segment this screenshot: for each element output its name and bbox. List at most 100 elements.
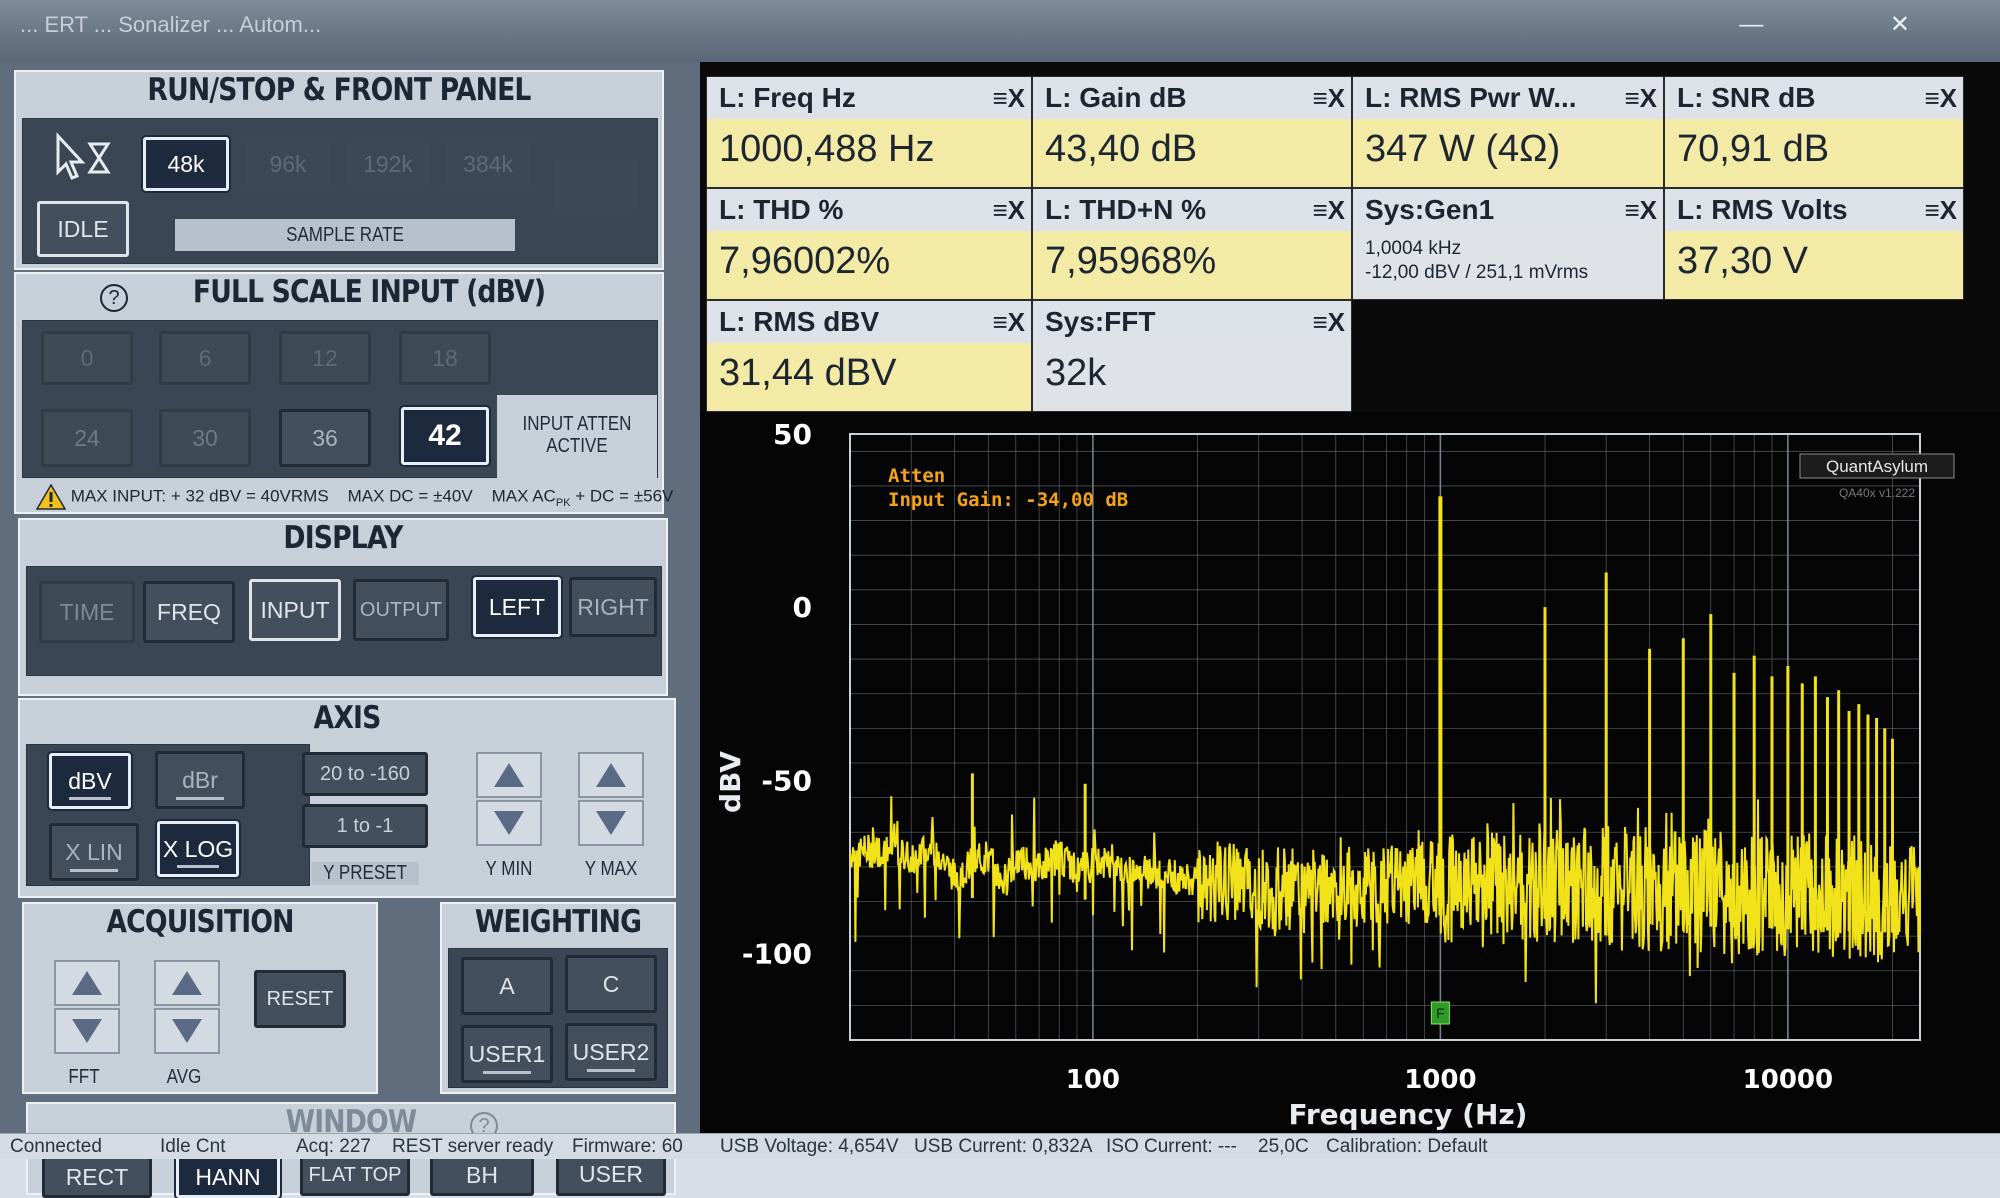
atten-label-1: INPUT ATTEN bbox=[522, 413, 632, 435]
warning-max-ac: MAX AC bbox=[491, 486, 556, 506]
window-controls[interactable]: — ✕ bbox=[1739, 0, 1970, 50]
meter-menu-close-icon[interactable]: ≡X bbox=[1924, 77, 1957, 119]
meter-thd[interactable]: L: THD % ≡X 7,96002% bbox=[706, 188, 1032, 300]
range-0[interactable]: 0 bbox=[41, 331, 133, 385]
arrow-down-icon bbox=[72, 1019, 102, 1043]
meter-freq[interactable]: L: Freq Hz ≡X 1000,488 Hz bbox=[706, 76, 1032, 188]
warning-icon bbox=[35, 483, 67, 510]
window-hann-button[interactable]: HANN bbox=[176, 1156, 280, 1198]
annotation-atten: Atten bbox=[888, 465, 945, 487]
meter-rms-dbv-label: L: RMS dBV bbox=[719, 306, 880, 337]
annotation-input-gain: Input Gain: -34,00 dB bbox=[888, 489, 1128, 511]
meter-freq-value: 1000,488 Hz bbox=[707, 119, 1031, 187]
status-firmware: Firmware: 60 bbox=[572, 1136, 683, 1157]
meter-thdn-value: 7,95968% bbox=[1033, 231, 1351, 299]
weighting-title: WEIGHTING bbox=[474, 904, 642, 940]
weighting-body: A C USER1 USER2 bbox=[448, 948, 668, 1088]
y-tick-label: -100 bbox=[742, 937, 812, 970]
display-time-button[interactable]: TIME bbox=[39, 581, 135, 643]
acquisition-section: ACQUISITION RESET FFT AVG bbox=[22, 902, 378, 1094]
display-right-button[interactable]: RIGHT bbox=[569, 577, 657, 637]
meter-rms-volts-label: L: RMS Volts bbox=[1677, 194, 1848, 225]
meter-gain[interactable]: L: Gain dB ≡X 43,40 dB bbox=[1032, 76, 1352, 188]
range-12[interactable]: 12 bbox=[279, 331, 371, 385]
axis-dbr-label: dBr bbox=[182, 766, 218, 793]
marker-label: F bbox=[1436, 1005, 1445, 1021]
meter-menu-close-icon[interactable]: ≡X bbox=[1312, 189, 1345, 231]
sample-rate-192k[interactable]: 192k bbox=[345, 137, 431, 191]
acquisition-reset-button[interactable]: RESET bbox=[254, 970, 346, 1028]
meter-rms-dbv[interactable]: L: RMS dBV ≡X 31,44 dBV bbox=[706, 300, 1032, 412]
fft-down-button[interactable] bbox=[54, 1008, 120, 1054]
meter-rms-pwr[interactable]: L: RMS Pwr W... ≡X 347 W (4Ω) bbox=[1352, 76, 1664, 188]
analyzer-area: L: Freq Hz ≡X 1000,488 Hz L: Gain dB ≡X 43… bbox=[700, 62, 2000, 1133]
meter-menu-close-icon[interactable]: ≡X bbox=[1624, 189, 1657, 231]
meter-rms-pwr-label: L: RMS Pwr W... bbox=[1365, 82, 1577, 113]
idle-button[interactable]: IDLE bbox=[37, 201, 129, 257]
window-rect-button[interactable]: RECT bbox=[42, 1156, 152, 1198]
watermark-brand: QuantAsylum bbox=[1826, 457, 1928, 476]
x-axis-label: Frequency (Hz) bbox=[1289, 1098, 1528, 1131]
fft-plot[interactable]: 50 0 -50 -100 100 1000 10000 dBV Frequency (H… bbox=[700, 412, 2000, 1133]
meter-menu-close-icon[interactable]: ≡X bbox=[1312, 77, 1345, 119]
meter-fft-label: Sys:FFT bbox=[1045, 306, 1156, 337]
range-36[interactable]: 36 bbox=[279, 409, 371, 467]
weighting-user1-button[interactable]: USER1 bbox=[461, 1025, 553, 1083]
sample-rate-48k[interactable]: 48k bbox=[143, 137, 229, 191]
y-min-label: Y MIN bbox=[485, 858, 533, 880]
input-warning: MAX INPUT: + 32 dBV = 40VRMS MAX DC = ±4… bbox=[35, 483, 673, 512]
avg-up-button[interactable] bbox=[154, 960, 220, 1006]
display-output-button[interactable]: OUTPUT bbox=[353, 579, 449, 641]
axis-dbv-button[interactable]: dBV bbox=[49, 753, 131, 809]
status-temperature: 25,0C bbox=[1258, 1136, 1309, 1157]
y-preset-1-to-1[interactable]: 1 to -1 bbox=[302, 804, 428, 848]
y-axis-label: dBV bbox=[714, 751, 747, 813]
sample-rate-extra bbox=[553, 159, 639, 213]
meter-rms-volts[interactable]: L: RMS Volts ≡X 37,30 V bbox=[1664, 188, 1964, 300]
status-connection: Connected bbox=[10, 1136, 102, 1157]
weighting-user2-button[interactable]: USER2 bbox=[565, 1023, 657, 1081]
y-max-up-button[interactable] bbox=[578, 752, 644, 798]
meter-menu-close-icon[interactable]: ≡X bbox=[1312, 301, 1345, 343]
meter-rms-pwr-value: 347 W (4Ω) bbox=[1353, 119, 1663, 187]
fft-up-button[interactable] bbox=[54, 960, 120, 1006]
range-30[interactable]: 30 bbox=[159, 409, 251, 467]
range-6[interactable]: 6 bbox=[159, 331, 251, 385]
meter-menu-close-icon[interactable]: ≡X bbox=[992, 77, 1025, 119]
meter-menu-close-icon[interactable]: ≡X bbox=[992, 189, 1025, 231]
window-flattop-button[interactable]: FLAT TOP bbox=[300, 1154, 410, 1196]
y-preset-20-to-160[interactable]: 20 to -160 bbox=[302, 752, 428, 796]
meter-snr[interactable]: L: SNR dB ≡X 70,91 dB bbox=[1664, 76, 1964, 188]
range-18[interactable]: 18 bbox=[399, 331, 491, 385]
warning-max-input: MAX INPUT: + 32 dBV = 40VRMS bbox=[70, 486, 329, 506]
meter-fft[interactable]: Sys:FFT ≡X 32k bbox=[1032, 300, 1352, 412]
y-max-down-button[interactable] bbox=[578, 800, 644, 846]
y-min-down-button[interactable] bbox=[476, 800, 542, 846]
axis-title: AXIS bbox=[313, 700, 382, 736]
frequency-marker[interactable]: F bbox=[1430, 1001, 1450, 1025]
full-scale-section: ? FULL SCALE INPUT (dBV) 0 6 12 18 24 30… bbox=[14, 272, 673, 514]
axis-dbr-button[interactable]: dBr bbox=[155, 751, 245, 809]
meter-thdn[interactable]: L: THD+N % ≡X 7,95968% bbox=[1032, 188, 1352, 300]
window-bh-button[interactable]: BH bbox=[430, 1154, 534, 1196]
avg-down-button[interactable] bbox=[154, 1008, 220, 1054]
meter-gen1[interactable]: Sys:Gen1 ≡X 1,0004 kHz -12,00 dBV / 251,1… bbox=[1352, 188, 1664, 300]
meter-menu-close-icon[interactable]: ≡X bbox=[992, 301, 1025, 343]
status-usb-current: USB Current: 0,832A bbox=[914, 1136, 1093, 1157]
display-input-button[interactable]: INPUT bbox=[249, 579, 341, 641]
meter-menu-close-icon[interactable]: ≡X bbox=[1924, 189, 1957, 231]
meter-menu-close-icon[interactable]: ≡X bbox=[1624, 77, 1657, 119]
sample-rate-96k[interactable]: 96k bbox=[245, 137, 331, 191]
y-min-up-button[interactable] bbox=[476, 752, 542, 798]
sample-rate-384k[interactable]: 384k bbox=[445, 137, 531, 191]
weighting-c-button[interactable]: C bbox=[565, 955, 657, 1013]
range-42[interactable]: 42 bbox=[401, 407, 489, 465]
atten-label-box: INPUT ATTEN ACTIVE bbox=[497, 395, 657, 479]
display-left-button[interactable]: LEFT bbox=[473, 577, 561, 637]
axis-xlog-button[interactable]: X LOG bbox=[157, 821, 239, 877]
range-24[interactable]: 24 bbox=[41, 409, 133, 467]
axis-xlin-button[interactable]: X LIN bbox=[49, 823, 139, 881]
weighting-a-button[interactable]: A bbox=[461, 957, 553, 1015]
display-freq-button[interactable]: FREQ bbox=[143, 581, 235, 643]
run-stop-button[interactable] bbox=[33, 127, 131, 187]
